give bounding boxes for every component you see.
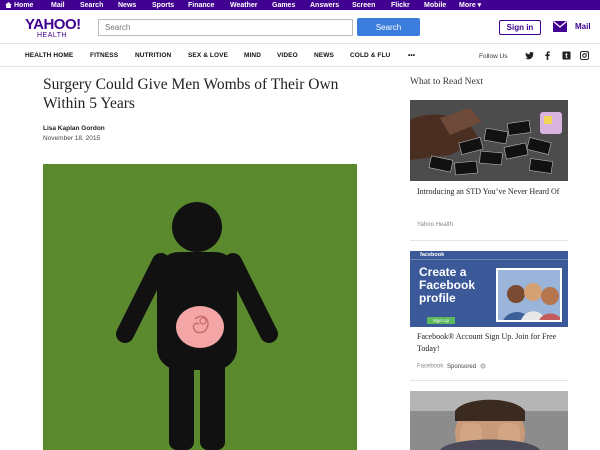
facebook-icon[interactable] (543, 51, 552, 60)
nav-news[interactable]: NEWS (314, 52, 334, 59)
card-divider (410, 380, 568, 381)
card-1-image[interactable] (410, 100, 568, 181)
card-2-source-name: Facebook (417, 363, 444, 370)
topbar-answers-link[interactable]: Answers (310, 2, 339, 9)
topbar-mail-link[interactable]: Mail (51, 2, 65, 9)
card-1-title[interactable]: Introducing an STD You’ve Never Heard Of (417, 186, 567, 198)
nav-mind[interactable]: MIND (244, 52, 261, 59)
article-hero-image (43, 164, 357, 450)
top-navigation-bar: Home Mail Search News Sports Finance Wea… (0, 0, 600, 10)
topbar-mobile-link[interactable]: Mobile (424, 2, 446, 9)
instagram-icon[interactable] (580, 51, 589, 60)
card-1-source: Yahoo Health (417, 222, 453, 228)
topbar-home-label: Home (14, 1, 34, 9)
topbar-screen-link[interactable]: Screen (352, 2, 375, 9)
twitter-icon[interactable] (525, 51, 534, 60)
topbar-finance-link[interactable]: Finance (188, 2, 214, 9)
topbar-flickr-link[interactable]: Flickr (391, 2, 410, 9)
mail-link[interactable]: Mail (575, 22, 591, 31)
article-headline: Surgery Could Give Men Wombs of Their Ow… (43, 76, 339, 112)
ad-signup-button[interactable]: Sign Up (427, 317, 455, 324)
ad-info-icon[interactable] (480, 363, 486, 369)
ad-facebook-brand: facebook (420, 252, 445, 258)
topbar-games-link[interactable]: Games (272, 2, 295, 9)
category-navigation: HEALTH HOME FITNESS NUTRITION SEX & LOVE… (0, 43, 600, 67)
tumblr-icon[interactable]: t (562, 51, 571, 60)
signin-button[interactable]: Sign in (499, 20, 541, 35)
sponsored-label: Sponsored (447, 363, 477, 370)
card-2-title[interactable]: Facebook® Account Sign Up. Join for Free… (417, 331, 567, 355)
topbar-sports-link[interactable]: Sports (152, 2, 174, 9)
ad-headline: Create a Facebook profile (419, 266, 475, 305)
article-author[interactable]: Lisa Kaplan Gordon (43, 125, 105, 132)
card-2-facebook-ad-image[interactable]: facebook Create a Facebook profile Sign … (410, 251, 568, 327)
topbar-weather-link[interactable]: Weather (230, 2, 258, 9)
ad-headline-line-3: profile (419, 291, 456, 305)
topbar-home-link[interactable]: Home (5, 2, 33, 9)
what-to-read-next-heading: What to Read Next (410, 77, 484, 87)
yahoo-health-logo[interactable]: YAHOO! HEALTH (25, 17, 81, 39)
logo-brand: YAHOO! (25, 16, 81, 33)
follow-us-label: Follow Us (479, 53, 508, 60)
topbar-search-link[interactable]: Search (80, 2, 103, 9)
man-with-womb-illustration (116, 202, 278, 450)
topbar-more-menu[interactable]: More ▾ (459, 1, 481, 9)
card-2-source: Facebook Sponsored (417, 363, 486, 370)
nav-fitness[interactable]: FITNESS (90, 52, 118, 59)
nav-health-home[interactable]: HEALTH HOME (25, 52, 73, 59)
search-button[interactable]: Search (357, 18, 420, 36)
card-divider (410, 240, 568, 241)
search-input[interactable] (98, 19, 353, 36)
article-date: November 18, 2015 (43, 135, 101, 142)
home-icon (5, 2, 12, 8)
nav-more-menu[interactable]: ••• (408, 52, 415, 59)
nav-sex-love[interactable]: SEX & LOVE (188, 52, 228, 59)
nav-nutrition[interactable]: NUTRITION (135, 52, 171, 59)
ad-header-bar: facebook (410, 251, 568, 260)
nav-cold-flu[interactable]: COLD & FLU (350, 52, 390, 59)
topbar-news-link[interactable]: News (118, 2, 136, 9)
logo-subtitle: HEALTH (37, 32, 68, 39)
card-3-image[interactable] (410, 391, 568, 450)
mail-icon[interactable] (553, 21, 567, 32)
nav-video[interactable]: VIDEO (277, 52, 298, 59)
ad-photo (496, 268, 562, 322)
